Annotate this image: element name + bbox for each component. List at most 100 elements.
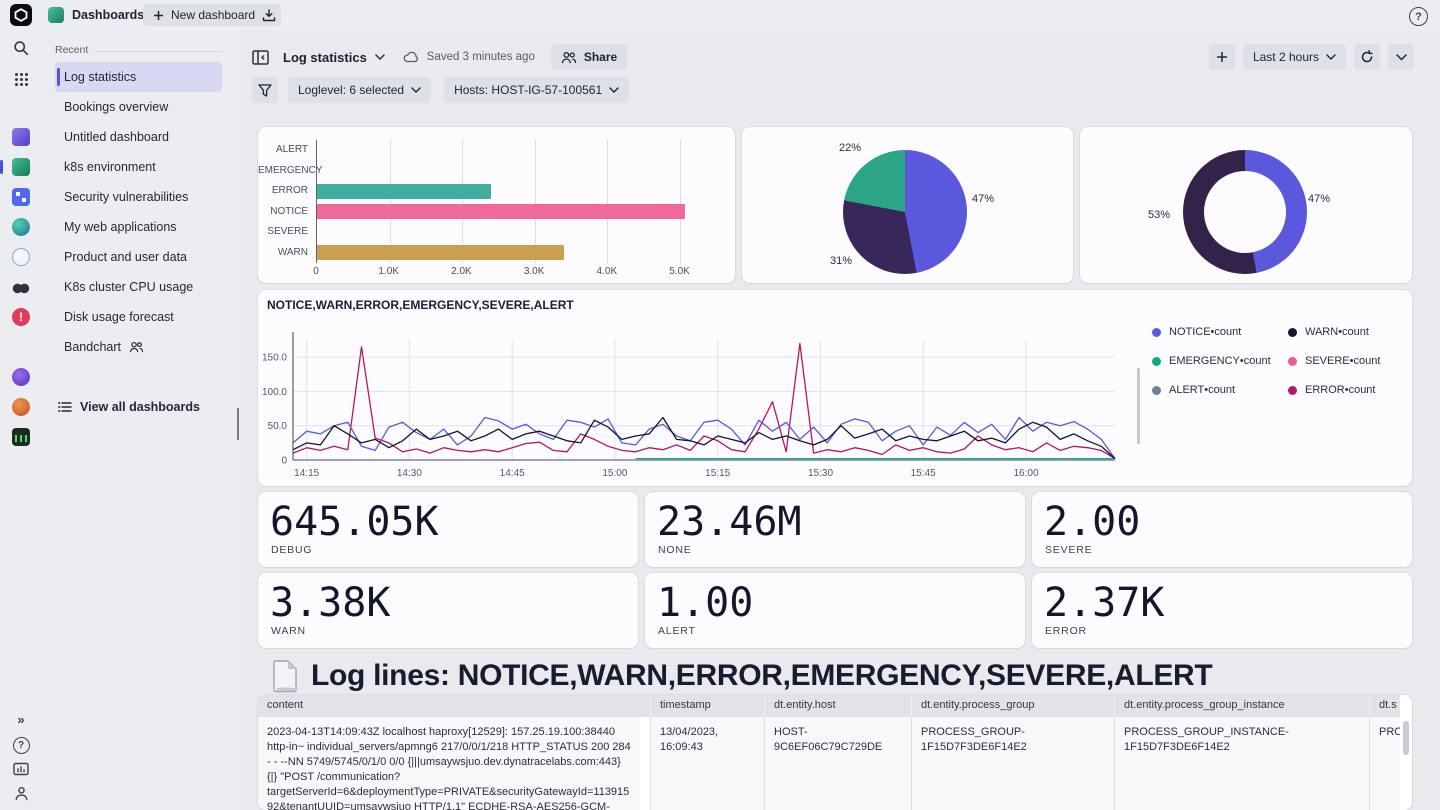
help-circle-icon[interactable]: ? (12, 736, 30, 754)
column-header-timestamp[interactable]: timestamp (650, 695, 764, 717)
bar-row (317, 222, 705, 243)
tile-label: ERROR (1045, 625, 1087, 637)
apps-grid-icon[interactable] (12, 70, 30, 88)
svg-text:14:15: 14:15 (294, 468, 319, 478)
legend-item[interactable]: NOTICE•count (1152, 326, 1288, 338)
loglevel-timeseries-tile[interactable]: NOTICE,WARN,ERROR,EMERGENCY,SEVERE,ALERT… (258, 290, 1412, 486)
donut-label: 47% (1308, 193, 1331, 205)
column-header-dt-entity-process-group-instance[interactable]: dt.entity.process_group_instance (1114, 695, 1369, 717)
loglevel-pie-chart-tile[interactable]: 47% 31% 22% (742, 127, 1073, 283)
account-icon[interactable] (12, 784, 30, 802)
tile-none[interactable]: 23.46M NONE (645, 492, 1025, 567)
column-header-content[interactable]: content (258, 695, 640, 717)
time-range-picker[interactable]: Last 2 hours (1242, 44, 1346, 70)
binoculars-app-icon[interactable] (12, 278, 30, 296)
sidebar-item-bandchart[interactable]: Bandchart (55, 332, 222, 362)
bar-error[interactable] (317, 183, 492, 199)
document-icon (272, 659, 299, 693)
hosts-filter[interactable]: Hosts: HOST-IG-57-100561 (444, 77, 630, 103)
chart-app-icon[interactable] (12, 428, 30, 446)
more-options-chevron[interactable] (1388, 44, 1414, 70)
loglevel-bar-chart-tile[interactable]: ALERT EMERGENCY ERROR NOTICE SEVERE WARN 0 1.0… (258, 127, 735, 283)
sidebar-item-k8s-environment[interactable]: k8s environment (55, 152, 222, 182)
table-column-scrollbar-track[interactable] (640, 717, 650, 810)
k8s-app-icon[interactable] (0, 158, 30, 176)
chevron-down-icon[interactable] (375, 54, 385, 60)
dashboard-header: Log statistics Saved 3 minutes ago Share… (252, 43, 1414, 71)
svg-text:15:15: 15:15 (705, 468, 730, 478)
donut-label: 53% (1148, 209, 1171, 221)
legend-label: NOTICE•count (1169, 326, 1242, 338)
sidebar-item-bookings-overview[interactable]: Bookings overview (55, 92, 222, 122)
tile-warn[interactable]: 3.38K WARN (258, 573, 638, 648)
bar-warn[interactable] (317, 245, 564, 261)
globe-app-icon[interactable] (12, 248, 30, 266)
view-all-dashboards[interactable]: View all dashboards (58, 392, 200, 422)
legend-item[interactable]: ALERT•count (1152, 384, 1288, 396)
table-scrollbar[interactable] (1400, 695, 1412, 810)
cell-text: content (267, 699, 304, 711)
tile-value: 3.38K (270, 580, 391, 626)
download-tray-icon (262, 8, 276, 22)
legend-scrollbar[interactable] (1137, 368, 1140, 444)
column-header-dt-entity-host[interactable]: dt.entity.host (764, 695, 911, 717)
loglevel-filter[interactable]: Loglevel: 6 selected (288, 77, 432, 103)
bar-notice[interactable] (317, 204, 685, 220)
tile-severe[interactable]: 2.00 SEVERE (1032, 492, 1412, 567)
sidebar-item-k8s-cluster-cpu-usage[interactable]: K8s cluster CPU usage (55, 272, 222, 302)
legend-item[interactable]: ERROR•count (1288, 384, 1418, 396)
planet-app-icon[interactable] (12, 368, 30, 386)
cell-text: dt.entity.process_group_instance (1124, 699, 1285, 711)
table-column-scrollbar-track[interactable] (640, 695, 650, 717)
upload-dashboard-button[interactable] (256, 4, 281, 26)
search-icon[interactable] (12, 39, 30, 57)
sidebar-item-disk-usage-forecast[interactable]: Disk usage forecast (55, 302, 222, 332)
cell-text: dt.entity.host (774, 699, 836, 711)
add-tile-button[interactable] (1208, 44, 1235, 70)
table-row[interactable]: 2023-04-13T14:09:43Z localhost haproxy[1… (258, 717, 1412, 810)
cell-text: HOST-9C6EF06C79C729DE (774, 726, 883, 753)
filter-bar: Loglevel: 6 selected Hosts: HOST-IG-57-1… (252, 76, 1414, 104)
sidebar-item-security-vulnerabilities[interactable]: Security vulnerabilities (55, 182, 222, 212)
legend-item[interactable]: SEVERE•count (1288, 355, 1418, 367)
collapse-panel-icon[interactable] (252, 49, 269, 65)
alert-app-icon[interactable] (12, 308, 30, 326)
sidebar-resize-handle[interactable] (237, 408, 239, 440)
log-lines-section: Log lines: NOTICE,WARN,ERROR,EMERGENCY,S… (272, 652, 1213, 700)
grid-app-icon[interactable] (12, 188, 30, 206)
svg-text:0: 0 (281, 456, 287, 467)
filter-icon[interactable] (252, 77, 278, 103)
whats-new-icon[interactable] (12, 760, 30, 778)
tile-error[interactable]: 2.37K ERROR (1032, 573, 1412, 648)
dynatrace-logo[interactable] (10, 4, 32, 26)
sidebar-item-my-web-applications[interactable]: My web applications (55, 212, 222, 242)
cloud-saved-icon (403, 51, 419, 63)
sidebar-item-log-statistics[interactable]: Log statistics (55, 62, 222, 92)
stack-app-icon[interactable] (12, 128, 30, 146)
refresh-button[interactable] (1354, 44, 1380, 70)
column-header-dt-entity-process-group[interactable]: dt.entity.process_group (911, 695, 1114, 717)
dashboard-title: Log statistics (283, 49, 367, 65)
legend-item[interactable]: EMERGENCY•count (1152, 355, 1288, 367)
recent-divider (95, 51, 222, 52)
dashboards-app[interactable]: Dashboards (48, 3, 144, 27)
tile-debug[interactable]: 645.05K DEBUG (258, 492, 638, 567)
cell-text: 2023-04-13T14:09:43Z localhost haproxy[1… (267, 726, 631, 810)
loglevel-donut-chart-tile[interactable]: 47% 53% (1080, 127, 1412, 283)
expand-rail-icon[interactable]: » (12, 710, 30, 728)
table-scrollbar-thumb[interactable] (1403, 721, 1409, 755)
new-dashboard-button[interactable]: New dashboard (143, 4, 266, 26)
sidebar-item-untitled-dashboard[interactable]: Untitled dashboard (55, 122, 222, 152)
help-icon[interactable]: ? (1409, 7, 1428, 26)
legend-item[interactable]: WARN•count (1288, 326, 1418, 338)
tile-alert[interactable]: 1.00 ALERT (645, 573, 1025, 648)
sphere-app-icon[interactable] (12, 218, 30, 236)
share-button[interactable]: Share (550, 44, 628, 70)
svg-text:50.0: 50.0 (268, 421, 288, 432)
sidebar-item-label: k8s environment (64, 160, 156, 174)
flame-app-icon[interactable] (12, 398, 30, 416)
log-lines-table[interactable]: content timestamp dt.entity.host dt.entity.… (258, 695, 1412, 810)
sidebar-item-product-and-user-data[interactable]: Product and user data (55, 242, 222, 272)
sidebar-item-label: Log statistics (64, 70, 137, 84)
svg-text:14:45: 14:45 (500, 468, 525, 478)
